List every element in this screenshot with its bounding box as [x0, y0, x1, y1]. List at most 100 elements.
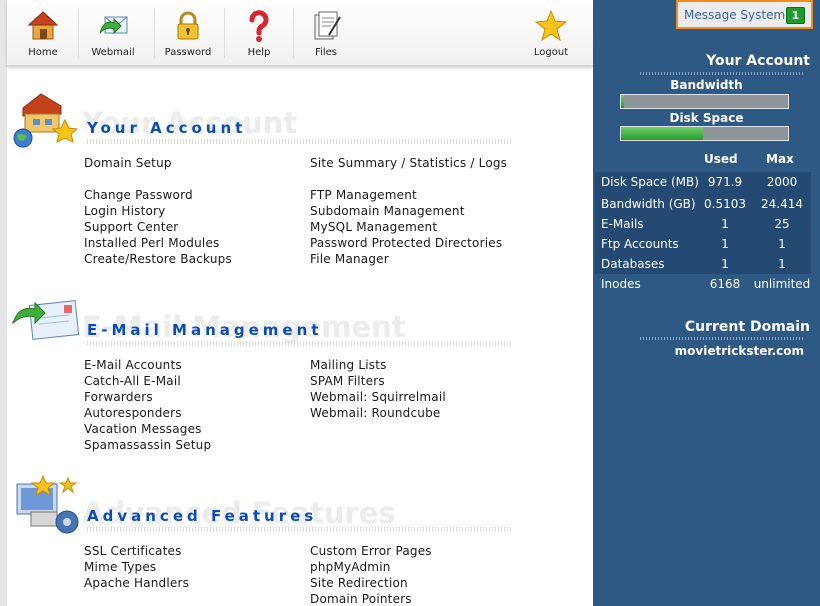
- home-button[interactable]: Home: [23, 0, 63, 66]
- toolbar: Home Webmail Password Help Files Logout: [7, 0, 593, 66]
- stats-row: Ftp Accounts 1 1: [595, 234, 811, 254]
- heading-divider: [640, 72, 805, 75]
- stat-max: 1: [778, 237, 786, 251]
- stat-used: 6168: [709, 277, 741, 291]
- main-content: Home Webmail Password Help Files Logout …: [0, 0, 593, 606]
- nav-link[interactable]: Spamassassin Setup: [84, 438, 211, 452]
- nav-link[interactable]: Change Password: [84, 188, 193, 202]
- logout-label: Logout: [533, 47, 569, 58]
- account-sidebar: Message System 1 Your Account Bandwidth …: [593, 0, 820, 606]
- toolbar-divider: [293, 8, 294, 58]
- toolbar-divider: [224, 8, 225, 58]
- webmail-button[interactable]: Webmail: [91, 0, 135, 66]
- stat-used: 1: [721, 217, 729, 231]
- nav-link[interactable]: Webmail: Squirrelmail: [310, 390, 446, 404]
- files-label: Files: [315, 47, 337, 58]
- stat-max: 24.414: [761, 197, 803, 211]
- home-label: Home: [28, 47, 58, 58]
- stat-label: Inodes: [601, 277, 641, 291]
- bandwidth-bar: [620, 94, 789, 109]
- message-count-badge: 1: [786, 7, 805, 24]
- stat-label: Bandwidth (GB): [601, 197, 696, 211]
- nav-link[interactable]: Autoresponders: [84, 406, 182, 420]
- nav-link[interactable]: MySQL Management: [310, 220, 437, 234]
- stat-used: 971.9: [707, 175, 743, 189]
- max-column-header: Max: [766, 152, 794, 166]
- nav-link[interactable]: E-Mail Accounts: [84, 358, 182, 372]
- logout-button[interactable]: Logout: [529, 0, 573, 66]
- stat-used: 1: [721, 257, 729, 271]
- stat-max: unlimited: [753, 277, 811, 291]
- nav-link[interactable]: Domain Pointers: [310, 592, 412, 606]
- your-account-title: Your Account: [87, 119, 247, 137]
- heading-divider: [640, 337, 805, 340]
- nav-link[interactable]: Catch-All E-Mail: [84, 374, 181, 388]
- your-account-heading: Your Account: [706, 53, 810, 69]
- password-button[interactable]: Password: [164, 0, 212, 66]
- stat-max: 2000: [766, 175, 798, 189]
- nav-link[interactable]: Webmail: Roundcube: [310, 406, 441, 420]
- help-button[interactable]: Help: [241, 0, 277, 66]
- nav-link[interactable]: Mime Types: [84, 560, 156, 574]
- nav-link[interactable]: Vacation Messages: [84, 422, 202, 436]
- nav-link[interactable]: Create/Restore Backups: [84, 252, 232, 266]
- nav-link[interactable]: Mailing Lists: [310, 358, 387, 372]
- lock-icon: [177, 11, 199, 40]
- stats-row: Databases 1 1: [595, 254, 811, 274]
- current-domain-heading: Current Domain: [684, 319, 810, 335]
- used-column-header: Used: [704, 152, 738, 166]
- message-system-label: Message System: [684, 8, 786, 22]
- stats-row: Disk Space (MB) 971.9 2000: [595, 172, 811, 194]
- your-account-icon: [13, 93, 79, 148]
- advanced-features-icon: [16, 474, 79, 534]
- toolbar-divider: [154, 8, 155, 58]
- nav-link[interactable]: Site Summary / Statistics / Logs: [310, 156, 507, 170]
- files-icon: [314, 11, 341, 40]
- current-domain-value: movietrickster.com: [674, 344, 804, 358]
- stat-max: 25: [774, 217, 790, 231]
- webmail-label: Webmail: [91, 47, 135, 58]
- stat-label: E-Mails: [601, 217, 644, 231]
- password-label: Password: [164, 47, 212, 58]
- bandwidth-label: Bandwidth: [670, 78, 743, 92]
- disk-space-label: Disk Space: [669, 111, 744, 125]
- section-divider: [87, 527, 512, 532]
- star-icon: [534, 9, 568, 42]
- stat-max: 1: [778, 257, 786, 271]
- nav-link[interactable]: Login History: [84, 204, 165, 218]
- bandwidth-bar-fill: [621, 95, 625, 108]
- email-management-title: E-Mail Management: [87, 321, 323, 339]
- toolbar-divider: [78, 8, 79, 58]
- section-divider: [87, 139, 512, 144]
- nav-link[interactable]: File Manager: [310, 252, 389, 266]
- disk-space-bar: [620, 126, 789, 141]
- nav-link[interactable]: Forwarders: [84, 390, 153, 404]
- nav-link[interactable]: SPAM Filters: [310, 374, 385, 388]
- nav-link[interactable]: Custom Error Pages: [310, 544, 432, 558]
- nav-link[interactable]: Subdomain Management: [310, 204, 465, 218]
- help-icon: [249, 10, 269, 42]
- section-divider: [87, 341, 512, 346]
- nav-link[interactable]: FTP Management: [310, 188, 417, 202]
- nav-link[interactable]: Support Center: [84, 220, 178, 234]
- stat-label: Disk Space (MB): [601, 175, 699, 189]
- message-system-button[interactable]: Message System 1: [676, 0, 813, 29]
- nav-link[interactable]: Installed Perl Modules: [84, 236, 220, 250]
- help-label: Help: [247, 47, 271, 58]
- home-icon: [27, 11, 59, 40]
- nav-link[interactable]: phpMyAdmin: [310, 560, 391, 574]
- nav-link[interactable]: Domain Setup: [84, 156, 172, 170]
- stat-used: 1: [721, 237, 729, 251]
- stats-row: Bandwidth (GB) 0.5103 24.414: [595, 194, 811, 214]
- nav-link[interactable]: Apache Handlers: [84, 576, 189, 590]
- advanced-features-title: Advanced Features: [87, 507, 318, 525]
- stat-label: Ftp Accounts: [601, 237, 679, 251]
- nav-link[interactable]: SSL Certificates: [84, 544, 182, 558]
- stats-row: E-Mails 1 25: [595, 214, 811, 234]
- nav-link[interactable]: Password Protected Directories: [310, 236, 502, 250]
- files-button[interactable]: Files: [307, 0, 345, 66]
- stat-used: 0.5103: [704, 197, 746, 211]
- stats-row: Inodes 6168 unlimited: [595, 274, 811, 294]
- nav-link[interactable]: Site Redirection: [310, 576, 408, 590]
- email-management-icon: [11, 300, 80, 340]
